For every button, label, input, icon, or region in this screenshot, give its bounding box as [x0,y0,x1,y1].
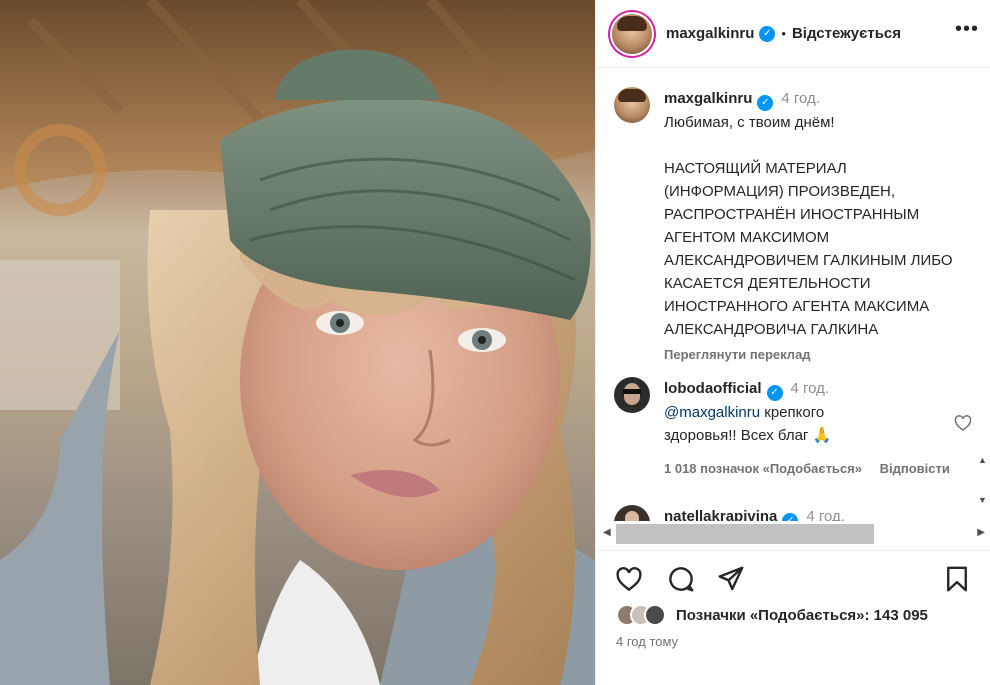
scrollbar-thumb[interactable] [616,524,874,544]
post-header: maxgalkinru ✓ • Відстежується ••• [596,0,990,68]
horizontal-scrollbar[interactable]: ◀ ▶ [596,521,990,551]
post-side-panel: maxgalkinru ✓ • Відстежується ••• maxgal… [595,0,990,685]
scroll-right-arrow-icon[interactable]: ▶ [977,527,985,538]
save-bookmark-icon[interactable] [942,564,972,594]
author-avatar[interactable] [612,13,652,54]
comment-time[interactable]: 4 год. [806,508,845,521]
scroll-up-arrow-icon[interactable]: ▲ [978,455,988,465]
likes-count[interactable]: Позначки «Подобається»: 143 095 [676,607,928,624]
commenter-avatar[interactable] [614,505,650,521]
comment-item: natellakrapivina ✓ 4 год. [614,505,964,521]
author-username[interactable]: maxgalkinru [666,25,754,42]
commenter-username[interactable]: natellakrapivina [664,508,777,521]
commenter-avatar[interactable] [614,377,650,413]
vertical-scrollbar[interactable]: ▲ ▼ [978,455,988,515]
verified-badge-icon: ✓ [782,513,799,521]
like-heart-icon[interactable] [614,564,644,594]
post-photo[interactable] [0,0,595,685]
verified-badge-icon: ✓ [759,25,776,42]
verified-badge-icon: ✓ [757,95,774,111]
caption-block: maxgalkinru ✓ 4 год. Любимая, с твоим днём… [614,87,964,366]
liker-avatar [644,604,666,626]
comment-item: lobodaofficial ✓ 4 год. @maxgalkinru крепк… [614,377,964,480]
separator-dot: • [781,26,786,41]
likes-summary[interactable]: Позначки «Подобається»: 143 095 [616,604,928,626]
scroll-left-arrow-icon[interactable]: ◀ [603,527,611,538]
reply-button[interactable]: Відповісти [880,461,950,476]
comment-icon[interactable] [666,564,696,594]
mention-link[interactable]: @maxgalkinru [664,404,760,421]
comments-scroll-area[interactable]: maxgalkinru ✓ 4 год. Любимая, с твоим днём… [596,69,990,521]
caption-avatar[interactable] [614,87,650,123]
follow-status-button[interactable]: Відстежується [792,25,901,42]
verified-badge-icon: ✓ [766,385,783,401]
more-horizontal-icon[interactable]: ••• [955,19,979,39]
commenter-username[interactable]: lobodaofficial [664,380,762,397]
see-translation-link[interactable]: Переглянути переклад [664,343,964,366]
comment-like-heart-icon[interactable] [953,413,973,433]
share-send-icon[interactable] [716,564,746,594]
post-timestamp[interactable]: 4 год тому [616,634,678,649]
comment-time[interactable]: 4 год. [791,380,830,397]
photo-illustration [0,0,595,685]
caption-notice: НАСТОЯЩИЙ МАТЕРИАЛ (ИНФОРМАЦИЯ) ПРОИЗВЕД… [664,160,953,338]
caption-username[interactable]: maxgalkinru [664,90,752,107]
post-actions-bar [596,560,990,600]
caption-greeting: Любимая, с твоим днём! [664,114,835,131]
caption-time[interactable]: 4 год. [781,90,820,107]
comment-likes-count[interactable]: 1 018 позначок «Подобається» [664,461,862,476]
scroll-down-arrow-icon[interactable]: ▼ [978,495,988,505]
